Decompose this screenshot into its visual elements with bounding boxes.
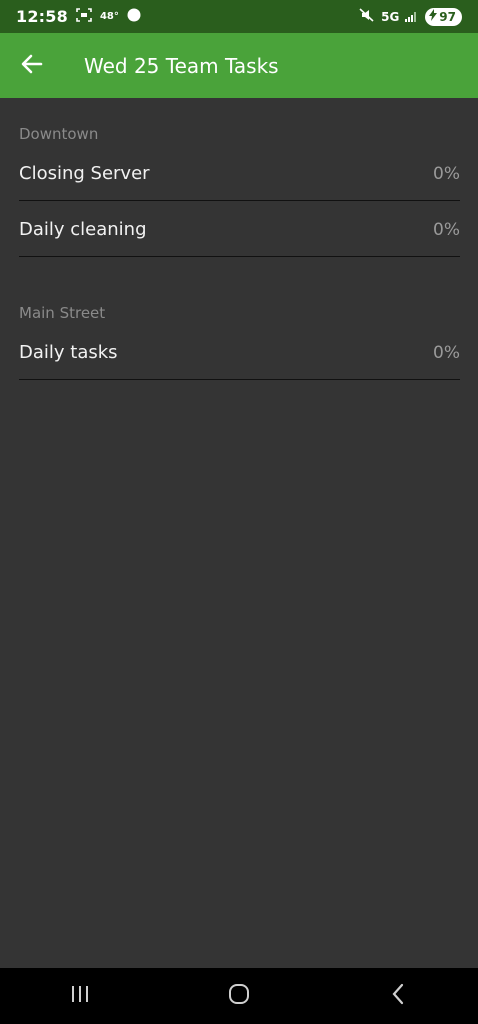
task-label: Daily tasks (19, 342, 118, 363)
signal-icon (405, 7, 419, 26)
network-type: 5G (381, 9, 400, 24)
task-progress: 0% (433, 342, 460, 363)
back-arrow-icon (21, 54, 43, 78)
screen-record-icon (76, 7, 92, 26)
mute-icon (359, 7, 375, 26)
status-temperature: 48° (99, 11, 119, 22)
list-item-daily-cleaning[interactable]: Daily cleaning 0% (19, 201, 460, 257)
battery-level: 97 (439, 9, 456, 24)
home-icon (228, 983, 250, 1009)
section-header: Downtown (19, 125, 99, 143)
list-item-daily-tasks[interactable]: Daily tasks 0% (19, 324, 460, 380)
app-bar: Wed 25 Team Tasks (0, 33, 478, 98)
task-label: Closing Server (19, 163, 150, 184)
notification-icon (127, 7, 141, 26)
list-item-closing-server[interactable]: Closing Server 0% (19, 145, 460, 201)
task-progress: 0% (433, 219, 460, 240)
battery-indicator: 97 (425, 7, 462, 26)
page-title: Wed 25 Team Tasks (84, 53, 279, 78)
recent-apps-icon (70, 985, 90, 1007)
task-list: Downtown Closing Server 0% Daily cleanin… (19, 98, 460, 380)
nav-back-button[interactable] (368, 968, 428, 1024)
task-label: Daily cleaning (19, 219, 147, 240)
back-button[interactable] (0, 33, 64, 98)
section-downtown: Downtown Closing Server 0% Daily cleanin… (19, 98, 460, 257)
system-nav-bar (0, 968, 478, 1024)
home-button[interactable] (209, 968, 269, 1024)
battery-charging-icon (429, 9, 438, 24)
status-time: 12:58 (16, 7, 68, 26)
recent-apps-button[interactable] (50, 968, 110, 1024)
nav-back-icon (391, 983, 405, 1009)
status-bar: 12:58 48° 5G 97 (0, 0, 478, 33)
section-header: Main Street (19, 304, 106, 322)
section-main-street: Main Street Daily tasks 0% (19, 277, 460, 380)
task-progress: 0% (433, 163, 460, 184)
